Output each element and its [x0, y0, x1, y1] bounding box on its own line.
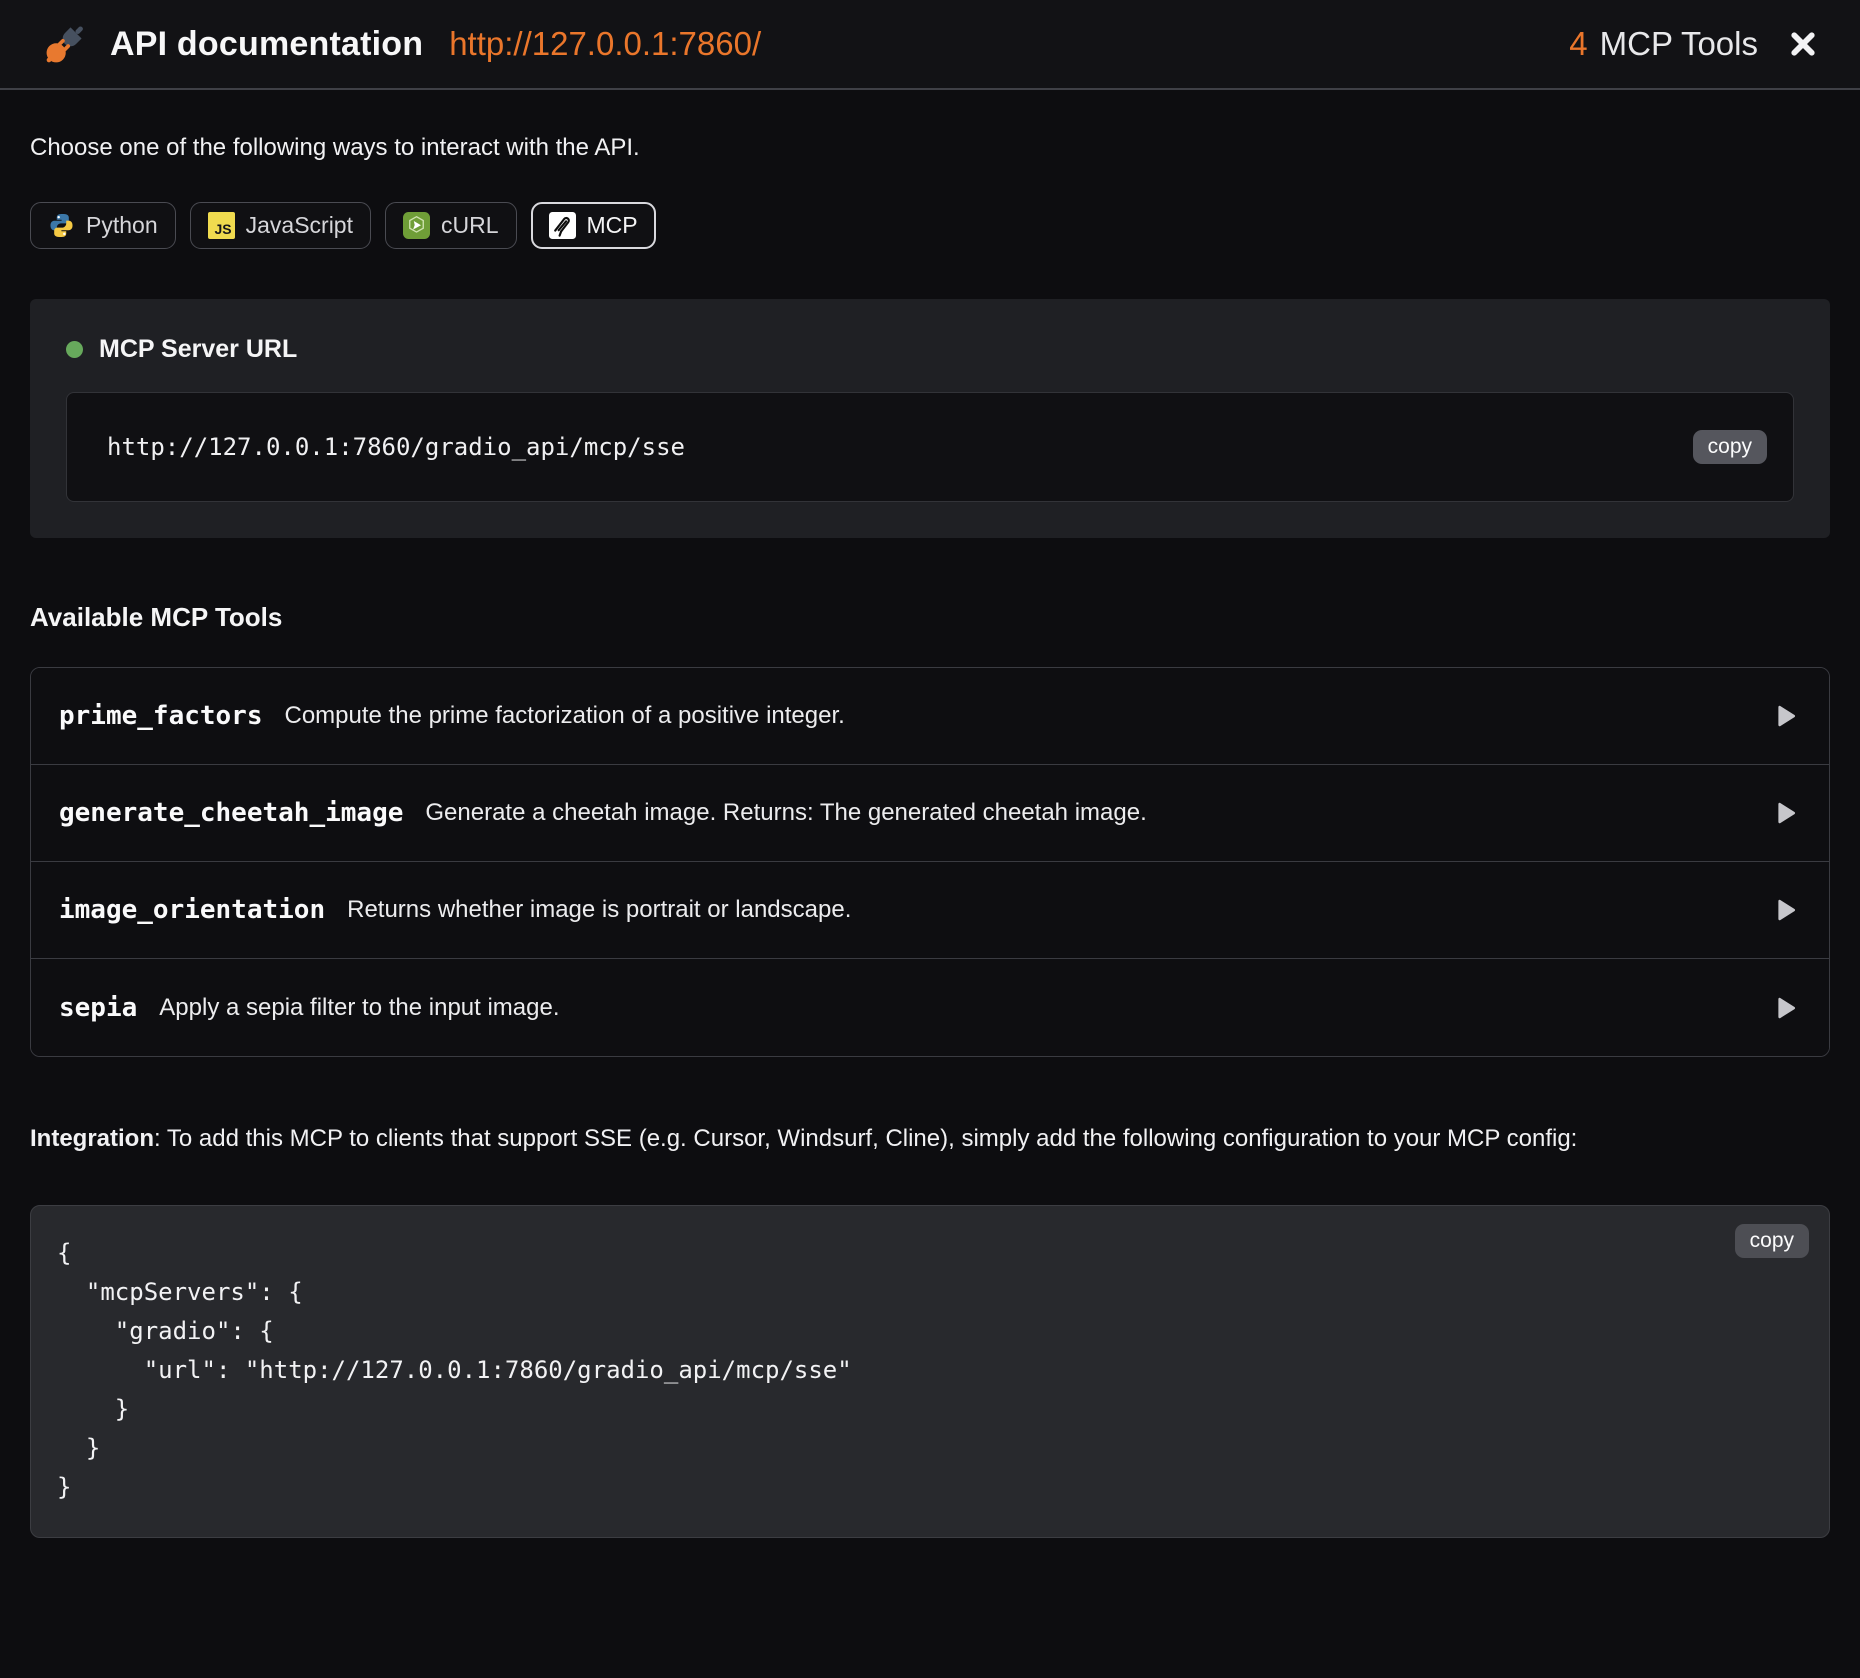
- tool-description: Apply a sepia filter to the input image.: [159, 994, 1769, 1022]
- close-icon[interactable]: [1786, 27, 1820, 61]
- tool-name: generate_cheetah_image: [59, 798, 403, 828]
- run-tool-icon[interactable]: [1769, 701, 1799, 731]
- main-content: Choose one of the following ways to inte…: [0, 90, 1860, 1538]
- tool-name: prime_factors: [59, 701, 263, 731]
- tab-curl[interactable]: cURL: [385, 202, 517, 249]
- integration-note-bold: Integration: [30, 1125, 154, 1152]
- tab-mcp-label: MCP: [587, 212, 638, 239]
- status-dot-icon: [66, 341, 83, 358]
- app-url-link[interactable]: http://127.0.0.1:7860/: [449, 25, 761, 63]
- tab-curl-label: cURL: [441, 212, 499, 239]
- tool-description: Returns whether image is portrait or lan…: [347, 896, 1769, 924]
- tool-row-prime-factors[interactable]: prime_factors Compute the prime factoriz…: [31, 668, 1829, 765]
- mcp-config-code-block: copy { "mcpServers": { "gradio": { "url"…: [30, 1205, 1830, 1538]
- intro-text: Choose one of the following ways to inte…: [30, 134, 1830, 162]
- copy-config-button[interactable]: copy: [1735, 1224, 1809, 1258]
- tab-python-label: Python: [86, 212, 158, 239]
- language-tabs: Python JS JavaScript cURL: [30, 202, 1830, 249]
- mcp-tools-counter: 4 MCP Tools: [1569, 25, 1758, 63]
- tab-javascript[interactable]: JS JavaScript: [190, 202, 371, 249]
- tab-mcp[interactable]: MCP: [531, 202, 656, 249]
- javascript-logo-icon: JS: [208, 212, 235, 239]
- tools-count-label: MCP Tools: [1600, 25, 1758, 63]
- run-tool-icon[interactable]: [1769, 993, 1799, 1023]
- tab-javascript-label: JavaScript: [246, 212, 353, 239]
- tool-row-sepia[interactable]: sepia Apply a sepia filter to the input …: [31, 959, 1829, 1056]
- integration-note: Integration: To add this MCP to clients …: [30, 1119, 1830, 1159]
- tab-python[interactable]: Python: [30, 202, 176, 249]
- copy-url-button[interactable]: copy: [1693, 430, 1767, 464]
- header-left: API documentation http://127.0.0.1:7860/: [40, 19, 1569, 69]
- header-bar: API documentation http://127.0.0.1:7860/…: [0, 0, 1860, 90]
- tools-section-heading: Available MCP Tools: [30, 602, 1830, 633]
- mcp-config-json: { "mcpServers": { "gradio": { "url": "ht…: [57, 1234, 1793, 1507]
- curl-logo-icon: [403, 212, 430, 239]
- page-title: API documentation: [110, 25, 423, 64]
- tools-table: prime_factors Compute the prime factoriz…: [30, 667, 1830, 1057]
- tool-description: Compute the prime factorization of a pos…: [285, 702, 1770, 730]
- mcp-logo-icon: [549, 212, 576, 239]
- tools-count: 4: [1569, 25, 1587, 63]
- run-tool-icon[interactable]: [1769, 798, 1799, 828]
- header-right: 4 MCP Tools: [1569, 25, 1820, 63]
- tool-row-image-orientation[interactable]: image_orientation Returns whether image …: [31, 862, 1829, 959]
- plug-icon: [40, 19, 90, 69]
- tool-name: image_orientation: [59, 895, 325, 925]
- integration-note-text: : To add this MCP to clients that suppor…: [154, 1125, 1577, 1152]
- server-url-label: MCP Server URL: [99, 335, 297, 364]
- server-label-row: MCP Server URL: [66, 335, 1794, 364]
- server-url-value: http://127.0.0.1:7860/gradio_api/mcp/sse: [107, 433, 1693, 461]
- mcp-server-panel: MCP Server URL http://127.0.0.1:7860/gra…: [30, 299, 1830, 538]
- server-url-box: http://127.0.0.1:7860/gradio_api/mcp/sse…: [66, 392, 1794, 502]
- tool-row-generate-cheetah-image[interactable]: generate_cheetah_image Generate a cheeta…: [31, 765, 1829, 862]
- tool-name: sepia: [59, 993, 137, 1023]
- python-logo-icon: [48, 212, 75, 239]
- tool-description: Generate a cheetah image. Returns: The g…: [425, 799, 1769, 827]
- run-tool-icon[interactable]: [1769, 895, 1799, 925]
